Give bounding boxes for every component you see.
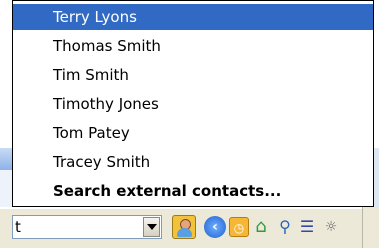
suggestion-item[interactable]: Tracey Smith bbox=[13, 149, 373, 175]
suggestion-item[interactable]: Tim Smith bbox=[13, 62, 373, 88]
suggestion-item[interactable]: Timothy Jones bbox=[13, 91, 373, 117]
search-dropdown-button[interactable] bbox=[143, 217, 160, 237]
options-icon[interactable]: ☼ bbox=[321, 217, 341, 237]
scrollbar-edge bbox=[362, 207, 379, 248]
calendar-icon[interactable]: ◷ bbox=[229, 217, 249, 237]
suggestion-item[interactable]: Terry Lyons bbox=[13, 4, 373, 30]
find-icon[interactable]: ⚲ bbox=[275, 217, 295, 237]
search-external-contacts-item[interactable]: Search external contacts... bbox=[13, 178, 373, 204]
address-book-icon[interactable] bbox=[172, 215, 196, 239]
home-icon[interactable]: ⌂ bbox=[251, 217, 271, 237]
chevron-down-icon bbox=[147, 224, 157, 230]
search-input-value: t bbox=[15, 218, 21, 236]
back-icon[interactable]: ‹ bbox=[204, 216, 226, 238]
suggestion-item[interactable]: Thomas Smith bbox=[13, 33, 373, 59]
bottom-toolbar: t ‹ ◷ ⌂ ⚲ ☰ ☼ bbox=[0, 207, 379, 248]
contact-search-input[interactable]: t bbox=[12, 215, 162, 239]
autocomplete-dropdown: Terry Lyons Thomas Smith Tim Smith Timot… bbox=[12, 0, 374, 207]
list-icon[interactable]: ☰ bbox=[297, 217, 317, 237]
suggestion-item[interactable]: Tom Patey bbox=[13, 120, 373, 146]
